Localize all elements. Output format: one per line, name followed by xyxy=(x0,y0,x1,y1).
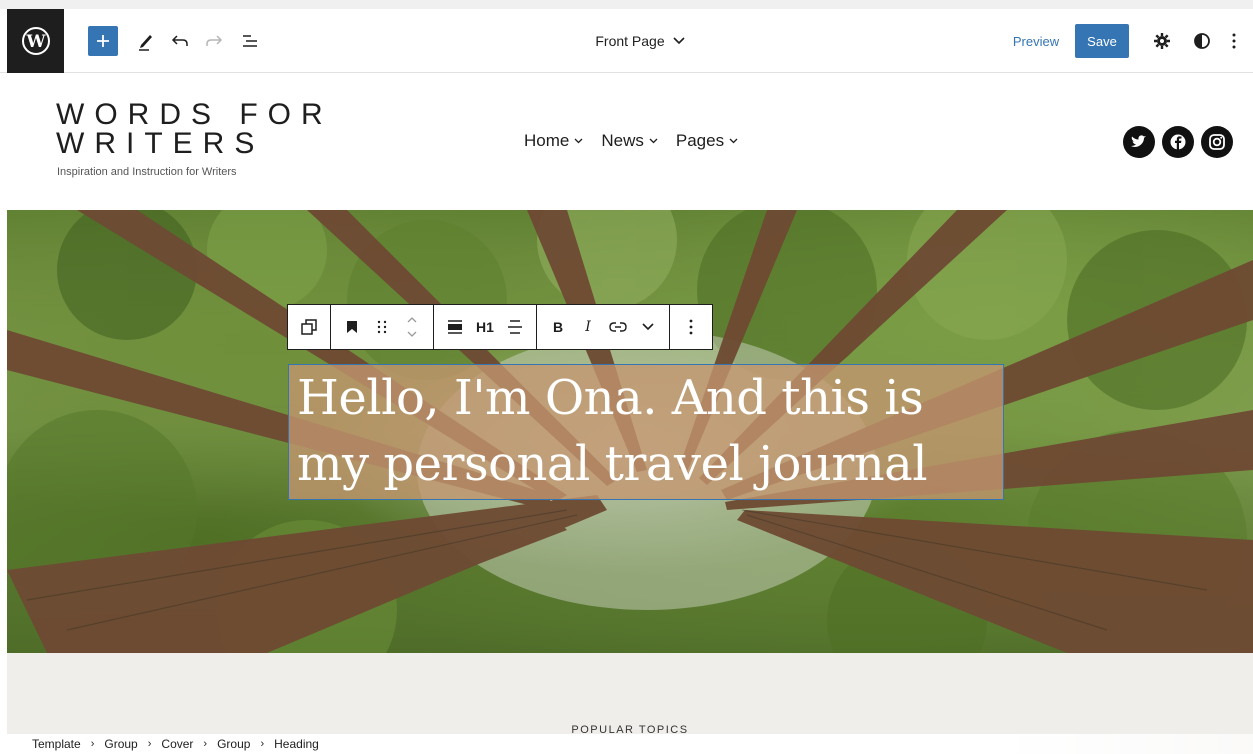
wordpress-icon: W xyxy=(21,27,50,55)
navigation: Home News Pages xyxy=(524,131,738,151)
social-link-facebook[interactable] xyxy=(1162,126,1194,158)
site-title-line-2: WRITERS xyxy=(56,127,265,160)
preview-button[interactable]: Preview xyxy=(1005,26,1067,56)
half-circle-contrast-icon xyxy=(1194,33,1210,49)
chevron-right-icon: › xyxy=(203,738,208,750)
twitter-icon xyxy=(1131,135,1146,147)
bold-button[interactable]: B xyxy=(545,305,571,349)
more-rich-text-button[interactable] xyxy=(635,305,661,349)
chevron-down-icon xyxy=(729,138,738,144)
chevron-down-icon xyxy=(673,37,685,45)
nav-item-label: News xyxy=(601,131,644,150)
heading-block[interactable]: Hello, I'm Ona. And this is my personal … xyxy=(288,364,1004,500)
move-arrows-icon xyxy=(407,317,417,337)
heading-block-type-button[interactable] xyxy=(339,305,365,349)
tools-button[interactable] xyxy=(134,27,158,55)
document-title-dropdown[interactable]: Front Page xyxy=(560,29,720,53)
chevron-down-icon xyxy=(649,138,658,144)
facebook-icon xyxy=(1170,134,1186,150)
block-toolbar-group-parent xyxy=(288,305,331,349)
heading-level-button[interactable]: H1 xyxy=(472,305,498,349)
pencil-icon xyxy=(139,35,152,51)
wordpress-logo-button[interactable]: W xyxy=(7,9,64,73)
styles-button[interactable] xyxy=(1190,27,1214,55)
block-toolbar-group-block xyxy=(331,305,434,349)
chevron-right-icon: › xyxy=(147,738,152,750)
social-link-instagram[interactable] xyxy=(1201,126,1233,158)
move-up-down-buttons[interactable] xyxy=(399,305,425,349)
more-vertical-icon xyxy=(1232,33,1236,49)
svg-text:W: W xyxy=(25,32,46,52)
select-parent-button[interactable] xyxy=(296,305,322,349)
block-toolbar-group-options xyxy=(670,305,712,349)
nav-item-news[interactable]: News xyxy=(601,131,658,151)
options-button[interactable] xyxy=(1226,27,1242,55)
instagram-icon xyxy=(1209,134,1225,150)
top-strip xyxy=(0,0,1253,9)
cover-heading-line-2: my personal travel journal xyxy=(297,436,928,492)
list-view-icon xyxy=(243,35,257,47)
site-title-line-1: WORDS FOR xyxy=(56,98,333,131)
block-toolbar: H1 B I xyxy=(287,304,713,350)
drag-handle[interactable] xyxy=(369,305,395,349)
block-toolbar-group-format: B I xyxy=(537,305,670,349)
nav-item-label: Home xyxy=(524,131,570,150)
copy-icon xyxy=(301,319,317,335)
italic-button[interactable]: I xyxy=(575,305,601,349)
align-full-icon xyxy=(448,320,462,334)
drag-dots-icon xyxy=(377,320,387,334)
editor-window: W Front Page Preview Save WORDS FOR WRIT… xyxy=(0,0,1253,754)
block-toolbar-group-heading: H1 xyxy=(434,305,537,349)
more-vertical-icon xyxy=(689,319,693,335)
nav-item-label: Pages xyxy=(675,131,725,150)
redo-button[interactable] xyxy=(202,27,226,55)
block-breadcrumb: Template › Group › Cover › Group › Headi… xyxy=(0,734,1253,754)
breadcrumb-item-group[interactable]: Group xyxy=(104,737,137,751)
text-align-button[interactable] xyxy=(502,305,528,349)
breadcrumb-item-template[interactable]: Template xyxy=(32,737,81,751)
bookmark-icon xyxy=(347,321,357,333)
align-center-icon xyxy=(508,320,522,334)
cover-heading[interactable]: Hello, I'm Ona. And this is my personal … xyxy=(297,365,1002,497)
undo-button[interactable] xyxy=(168,27,192,55)
settings-button[interactable] xyxy=(1150,27,1174,55)
social-link-twitter[interactable] xyxy=(1123,126,1155,158)
cover-heading-line-1: Hello, I'm Ona. And this is xyxy=(297,370,924,426)
chevron-right-icon: › xyxy=(90,738,95,750)
add-block-button[interactable] xyxy=(88,26,118,56)
block-options-button[interactable] xyxy=(678,305,704,349)
site-title[interactable]: WORDS FOR WRITERS xyxy=(56,98,376,160)
nav-item-pages[interactable]: Pages xyxy=(676,131,738,151)
chevron-down-icon xyxy=(574,138,583,144)
chevron-down-icon xyxy=(642,323,654,331)
save-button[interactable]: Save xyxy=(1075,24,1129,58)
document-title: Front Page xyxy=(595,33,665,49)
nav-item-home[interactable]: Home xyxy=(524,131,583,151)
breadcrumb-item-group-inner[interactable]: Group xyxy=(217,737,250,751)
breadcrumb-item-heading[interactable]: Heading xyxy=(274,737,319,751)
link-icon xyxy=(609,322,627,332)
site-tagline[interactable]: Inspiration and Instruction for Writers xyxy=(57,166,237,178)
breadcrumb-item-cover[interactable]: Cover xyxy=(161,737,193,751)
redo-icon xyxy=(206,35,223,46)
gear-icon xyxy=(1154,33,1170,49)
list-view-button[interactable] xyxy=(238,27,262,55)
undo-icon xyxy=(171,35,188,46)
link-button[interactable] xyxy=(605,305,631,349)
chevron-right-icon: › xyxy=(260,738,265,750)
editor-topbar: W Front Page Preview Save xyxy=(0,9,1253,73)
plus-icon xyxy=(97,35,109,47)
site-header: WORDS FOR WRITERS Inspiration and Instru… xyxy=(0,74,1253,210)
align-button[interactable] xyxy=(442,305,468,349)
